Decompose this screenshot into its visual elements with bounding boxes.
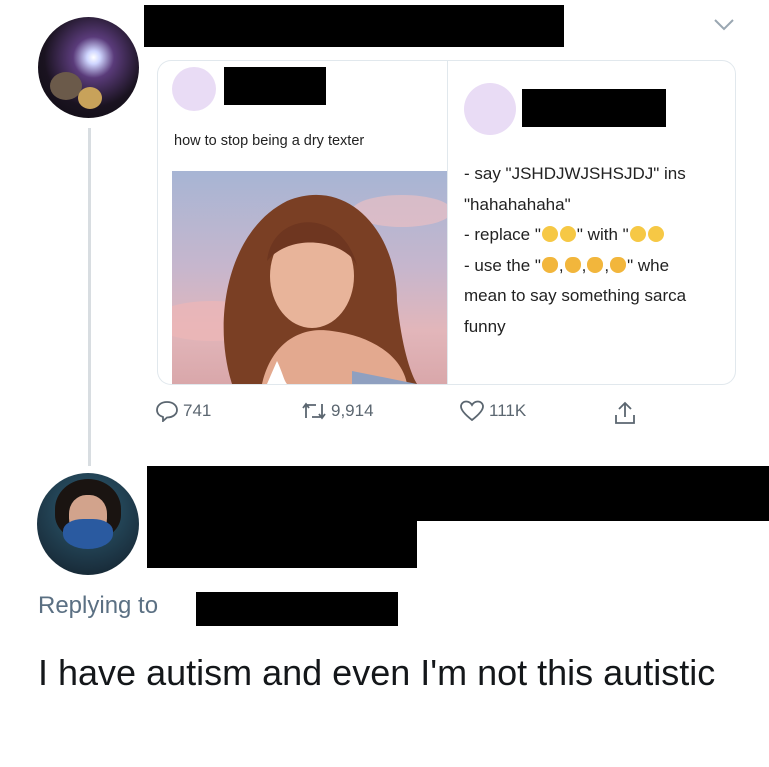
retweet-icon: [302, 402, 326, 420]
replying-to-label: Replying to: [38, 592, 159, 619]
cat-smirk-emoji-icon: [564, 256, 581, 273]
redacted-embedded-name: [224, 67, 326, 105]
replying-to-line: Replying to: [38, 592, 158, 620]
reply-author-avatar[interactable]: [37, 473, 139, 575]
share-button[interactable]: [613, 400, 641, 426]
embedded-avatar: [172, 67, 216, 111]
cat-grin-emoji-icon: [587, 256, 604, 273]
retweet-count: 9,914: [331, 401, 374, 420]
list-line: - use the ",,, " whe: [464, 255, 670, 275]
avatar-figure-2: [78, 87, 102, 109]
reply-button[interactable]: 741: [155, 400, 211, 422]
list-line: - say "JSHDJWJSHSJDJ" ins: [464, 164, 686, 183]
tweet-actions: 741 9,914 111K: [155, 400, 645, 430]
like-button[interactable]: 111K: [459, 400, 526, 422]
list-line: funny: [464, 316, 506, 336]
avatar-mask: [63, 519, 113, 549]
redacted-embedded-name: [522, 89, 666, 127]
embedded-tweet-list: - say "JSHDJWJSHSJDJ" ins "hahahahaha" -…: [464, 159, 686, 342]
laughing-emoji-icon: [541, 226, 558, 242]
retweet-button[interactable]: 9,914: [301, 400, 374, 422]
embedded-avatar: [464, 83, 516, 135]
author-avatar[interactable]: [38, 17, 139, 118]
redacted-reply-author-name: [147, 466, 769, 521]
redacted-author-name: [144, 5, 564, 47]
embedded-tweet-text: how to stop being a dry texter: [174, 133, 365, 149]
chevron-down-icon[interactable]: [713, 18, 735, 37]
reply-count: 741: [183, 401, 212, 420]
share-icon: [615, 401, 635, 424]
cat-scream-emoji-icon: [610, 256, 627, 273]
list-line: "hahahahaha": [464, 194, 571, 214]
heart-icon: [460, 400, 484, 422]
redacted-replying-to-handle[interactable]: [196, 592, 398, 626]
rofl-emoji-icon: [559, 226, 576, 242]
crying-emoji-icon: [647, 226, 664, 242]
embedded-tweet-right[interactable]: - say "JSHDJWJSHSJDJ" ins "hahahahaha" -…: [447, 60, 736, 385]
list-line: - replace " " with ": [464, 220, 686, 251]
redacted-reply-author-handle: [147, 521, 417, 568]
embedded-photo[interactable]: [172, 171, 448, 384]
reply-text: I have autism and even I'm not this auti…: [38, 652, 716, 693]
like-count: 111K: [489, 401, 527, 420]
cat-joy-emoji-icon: [541, 256, 558, 273]
thread-connector: [88, 128, 91, 466]
embedded-tweet-left[interactable]: how to stop being a dry texter: [157, 60, 448, 385]
crying-emoji-icon: [629, 226, 646, 242]
reply-icon: [156, 401, 178, 422]
list-line: mean to say something sarca: [464, 286, 687, 305]
